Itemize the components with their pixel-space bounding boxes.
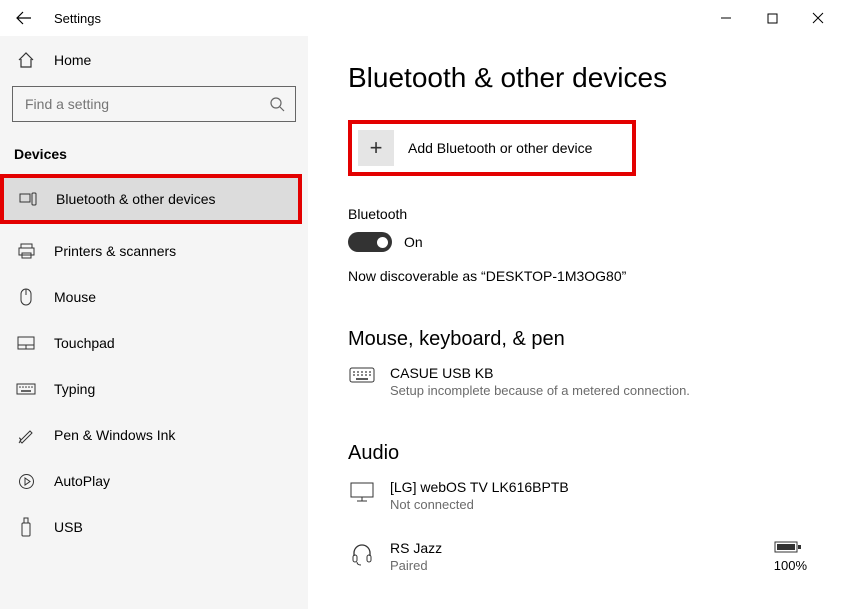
window-title: Settings (54, 11, 101, 26)
back-button[interactable] (16, 11, 36, 25)
sidebar-item-label: Touchpad (54, 335, 115, 351)
maximize-button[interactable] (749, 2, 795, 34)
touchpad-icon (16, 336, 36, 350)
group-mkp-header: Mouse, keyboard, & pen (348, 328, 811, 351)
device-name: CASUE USB KB (390, 365, 690, 381)
sidebar-item-label: Mouse (54, 289, 96, 305)
sidebar-item-label: AutoPlay (54, 473, 110, 489)
device-status: Setup incomplete because of a metered co… (390, 383, 690, 398)
sidebar-item-bluetooth[interactable]: Bluetooth & other devices (2, 176, 300, 222)
bluetooth-toggle-state: On (404, 234, 423, 250)
home-nav[interactable]: Home (0, 42, 308, 78)
bluetooth-section-label: Bluetooth (348, 206, 811, 222)
sidebar-group-header: Devices (0, 132, 308, 172)
autoplay-icon (16, 473, 36, 490)
monitor-icon (348, 479, 376, 503)
search-icon (269, 96, 285, 112)
bluetooth-toggle[interactable] (348, 232, 392, 252)
sidebar-item-usb[interactable]: USB (0, 504, 308, 550)
sidebar-item-label: Bluetooth & other devices (56, 191, 216, 207)
device-row-tv[interactable]: [LG] webOS TV LK616BPTB Not connected (348, 479, 811, 512)
sidebar-item-typing[interactable]: Typing (0, 366, 308, 412)
plus-icon: + (358, 130, 394, 166)
minimize-button[interactable] (703, 2, 749, 34)
close-button[interactable] (795, 2, 841, 34)
sidebar-item-label: Typing (54, 381, 95, 397)
add-device-label: Add Bluetooth or other device (408, 140, 592, 156)
device-name: RS Jazz (390, 540, 442, 556)
sidebar-item-touchpad[interactable]: Touchpad (0, 320, 308, 366)
mouse-icon (16, 288, 36, 306)
home-label: Home (54, 52, 91, 68)
home-icon (16, 52, 36, 68)
keyboard-device-icon (348, 365, 376, 383)
sidebar-item-mouse[interactable]: Mouse (0, 274, 308, 320)
sidebar-item-printers[interactable]: Printers & scanners (0, 228, 308, 274)
battery-icon (774, 540, 807, 554)
usb-icon (16, 517, 36, 537)
sidebar-item-label: USB (54, 519, 83, 535)
main-content: Bluetooth & other devices + Add Bluetoot… (308, 36, 841, 609)
titlebar: Settings (0, 0, 841, 36)
device-row-keyboard[interactable]: CASUE USB KB Setup incomplete because of… (348, 365, 811, 398)
battery-percent: 100% (774, 558, 807, 573)
search-box[interactable] (12, 86, 296, 122)
discoverable-text: Now discoverable as “DESKTOP-1M3OG80” (348, 268, 811, 284)
search-input[interactable] (23, 95, 269, 113)
device-row-headphones[interactable]: RS Jazz Paired 100% (348, 540, 811, 573)
sidebar-item-autoplay[interactable]: AutoPlay (0, 458, 308, 504)
device-status: Paired (390, 558, 442, 573)
group-audio-header: Audio (348, 442, 811, 465)
headphones-icon (348, 540, 376, 566)
add-device-button[interactable]: + Add Bluetooth or other device (348, 120, 636, 176)
device-status: Not connected (390, 497, 569, 512)
device-name: [LG] webOS TV LK616BPTB (390, 479, 569, 495)
page-title: Bluetooth & other devices (348, 62, 811, 94)
devices-icon (18, 192, 38, 206)
keyboard-icon (16, 383, 36, 395)
sidebar-item-label: Pen & Windows Ink (54, 427, 175, 443)
sidebar: Home Devices Bluetooth & other devices (0, 36, 308, 609)
pen-icon (16, 426, 36, 444)
sidebar-item-label: Printers & scanners (54, 243, 176, 259)
printer-icon (16, 243, 36, 259)
sidebar-item-pen[interactable]: Pen & Windows Ink (0, 412, 308, 458)
